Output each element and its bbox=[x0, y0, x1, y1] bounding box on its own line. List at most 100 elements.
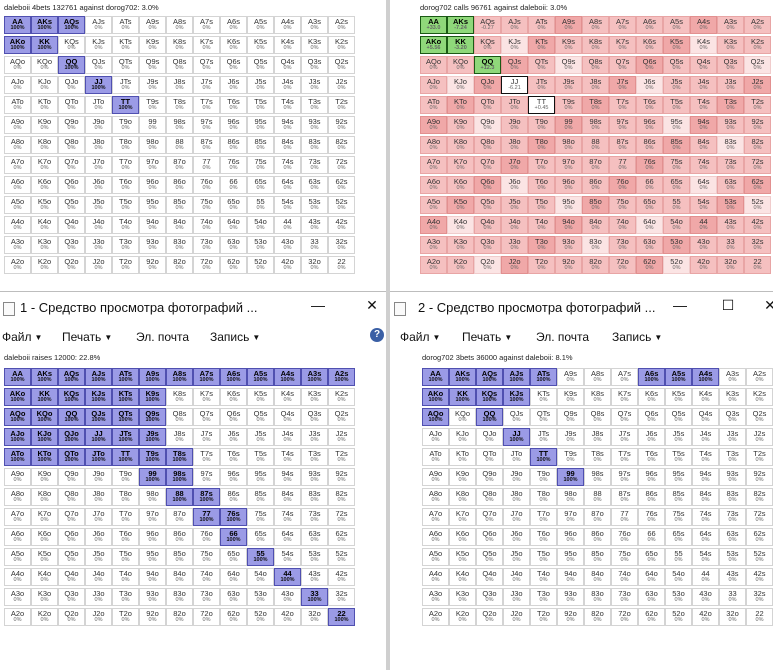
minimize-button[interactable]: — bbox=[308, 297, 328, 313]
hand-cell-65s[interactable]: 65s 0% bbox=[665, 528, 692, 546]
hand-cell-93o[interactable]: 93o 0% bbox=[555, 236, 582, 254]
hand-cell-A5o[interactable]: A5o 0% bbox=[422, 548, 449, 566]
hand-cell-Q2o[interactable]: Q2o 0% bbox=[58, 608, 85, 626]
hand-cell-T9o[interactable]: T9o 0% bbox=[112, 116, 139, 134]
hand-cell-83o[interactable]: 83o 0% bbox=[584, 588, 611, 606]
hand-cell-75o[interactable]: 75o 0% bbox=[611, 548, 638, 566]
hand-cell-K2o[interactable]: K2o 0% bbox=[31, 608, 58, 626]
hand-cell-54s[interactable]: 54s 0% bbox=[692, 548, 719, 566]
hand-cell-Q5o[interactable]: Q5o 0% bbox=[474, 196, 501, 214]
hand-cell-76s[interactable]: 76s 0% bbox=[220, 156, 247, 174]
hand-cell-93o[interactable]: 93o 0% bbox=[557, 588, 584, 606]
hand-cell-Q5o[interactable]: Q5o 0% bbox=[58, 196, 85, 214]
hand-cell-62o[interactable]: 62o 0% bbox=[220, 256, 247, 274]
hand-cell-Q5s[interactable]: Q5s 0% bbox=[663, 56, 690, 74]
hand-cell-T3s[interactable]: T3s 0% bbox=[719, 448, 746, 466]
hand-cell-A6o[interactable]: A6o 0% bbox=[4, 176, 31, 194]
hand-cell-83s[interactable]: 83s 0% bbox=[301, 488, 328, 506]
hand-cell-82o[interactable]: 82o 0% bbox=[584, 608, 611, 626]
hand-cell-T2s[interactable]: T2s 0% bbox=[328, 96, 355, 114]
hand-cell-44[interactable]: 44 100% bbox=[274, 568, 301, 586]
hand-cell-KQo[interactable]: KQo 0% bbox=[31, 56, 58, 74]
hand-cell-Q7o[interactable]: Q7o 0% bbox=[474, 156, 501, 174]
hand-cell-75s[interactable]: 75s 0% bbox=[665, 508, 692, 526]
hand-cell-66[interactable]: 66 0% bbox=[636, 176, 663, 194]
hand-cell-TT[interactable]: TT 100% bbox=[530, 448, 557, 466]
hand-cell-KK[interactable]: KK -3.20 bbox=[447, 36, 474, 54]
hand-cell-ATo[interactable]: ATo 0% bbox=[4, 96, 31, 114]
hand-cell-T6s[interactable]: T6s 0% bbox=[638, 448, 665, 466]
hand-cell-73s[interactable]: 73s 0% bbox=[301, 156, 328, 174]
hand-cell-72s[interactable]: 72s 0% bbox=[746, 508, 773, 526]
hand-cell-J5s[interactable]: J5s 0% bbox=[247, 428, 274, 446]
hand-cell-44[interactable]: 44 0% bbox=[274, 216, 301, 234]
hand-cell-KQo[interactable]: KQo 0% bbox=[447, 56, 474, 74]
hand-cell-A5s[interactable]: A5s 0% bbox=[663, 16, 690, 34]
hand-cell-J4s[interactable]: J4s 0% bbox=[274, 428, 301, 446]
hand-cell-K8s[interactable]: K8s 0% bbox=[584, 388, 611, 406]
hand-cell-A7s[interactable]: A7s 0% bbox=[193, 16, 220, 34]
hand-cell-KQo[interactable]: KQo 100% bbox=[31, 408, 58, 426]
hand-cell-QTo[interactable]: QTo 100% bbox=[58, 448, 85, 466]
hand-cell-62s[interactable]: 62s 0% bbox=[744, 176, 771, 194]
hand-cell-74o[interactable]: 74o 0% bbox=[193, 568, 220, 586]
hand-cell-Q9o[interactable]: Q9o 0% bbox=[58, 468, 85, 486]
hand-cell-J9s[interactable]: J9s 0% bbox=[555, 76, 582, 94]
hand-cell-97s[interactable]: 97s 0% bbox=[609, 116, 636, 134]
hand-cell-K6o[interactable]: K6o 0% bbox=[31, 176, 58, 194]
hand-cell-22[interactable]: 22 0% bbox=[744, 256, 771, 274]
hand-cell-A8o[interactable]: A8o 0% bbox=[422, 488, 449, 506]
hand-cell-K6s[interactable]: K6s 0% bbox=[220, 388, 247, 406]
hand-cell-J5s[interactable]: J5s 0% bbox=[663, 76, 690, 94]
hand-cell-A8s[interactable]: A8s 0% bbox=[166, 16, 193, 34]
hand-cell-55[interactable]: 55 100% bbox=[247, 548, 274, 566]
hand-cell-82s[interactable]: 82s 0% bbox=[744, 136, 771, 154]
hand-cell-A2s[interactable]: A2s 0% bbox=[328, 16, 355, 34]
hand-cell-K7s[interactable]: K7s 0% bbox=[193, 36, 220, 54]
hand-cell-KQs[interactable]: KQs 100% bbox=[476, 388, 503, 406]
hand-cell-K4o[interactable]: K4o 0% bbox=[31, 216, 58, 234]
hand-cell-T2s[interactable]: T2s 0% bbox=[746, 448, 773, 466]
hand-cell-43s[interactable]: 43s 0% bbox=[301, 216, 328, 234]
hand-cell-Q7s[interactable]: Q7s 0% bbox=[611, 408, 638, 426]
hand-cell-T2o[interactable]: T2o 0% bbox=[528, 256, 555, 274]
hand-cell-K4s[interactable]: K4s 0% bbox=[274, 388, 301, 406]
hand-cell-K7s[interactable]: K7s 0% bbox=[611, 388, 638, 406]
hand-cell-K5o[interactable]: K5o 0% bbox=[447, 196, 474, 214]
hand-cell-QTs[interactable]: QTs 0% bbox=[530, 408, 557, 426]
hand-cell-75o[interactable]: 75o 0% bbox=[193, 548, 220, 566]
hand-cell-J3s[interactable]: J3s 0% bbox=[301, 76, 328, 94]
hand-cell-96s[interactable]: 96s 0% bbox=[638, 468, 665, 486]
hand-cell-54s[interactable]: 54s 0% bbox=[690, 196, 717, 214]
hand-cell-KTo[interactable]: KTo 100% bbox=[31, 448, 58, 466]
hand-cell-32o[interactable]: 32o 0% bbox=[301, 608, 328, 626]
hand-cell-K4s[interactable]: K4s 0% bbox=[692, 388, 719, 406]
hand-cell-KJs[interactable]: KJs 0% bbox=[85, 36, 112, 54]
menu-print[interactable]: Печать ▼ bbox=[462, 330, 512, 344]
hand-cell-KK[interactable]: KK 100% bbox=[31, 388, 58, 406]
hand-cell-73o[interactable]: 73o 0% bbox=[193, 236, 220, 254]
hand-cell-A3s[interactable]: A3s 0% bbox=[719, 368, 746, 386]
hand-cell-K2s[interactable]: K2s 0% bbox=[746, 388, 773, 406]
hand-cell-T5o[interactable]: T5o 0% bbox=[528, 196, 555, 214]
hand-cell-43s[interactable]: 43s 0% bbox=[301, 568, 328, 586]
hand-cell-62o[interactable]: 62o 0% bbox=[638, 608, 665, 626]
hand-cell-62o[interactable]: 62o 0% bbox=[636, 256, 663, 274]
hand-cell-AQs[interactable]: AQs 100% bbox=[58, 368, 85, 386]
hand-cell-Q8o[interactable]: Q8o 0% bbox=[58, 136, 85, 154]
hand-cell-K9s[interactable]: K9s 0% bbox=[557, 388, 584, 406]
hand-cell-J5o[interactable]: J5o 0% bbox=[503, 548, 530, 566]
hand-cell-K5o[interactable]: K5o 0% bbox=[31, 548, 58, 566]
hand-cell-J6s[interactable]: J6s 0% bbox=[220, 428, 247, 446]
hand-cell-76o[interactable]: 76o 0% bbox=[193, 528, 220, 546]
close-button[interactable]: ✕ bbox=[760, 297, 773, 314]
hand-cell-Q7o[interactable]: Q7o 0% bbox=[58, 156, 85, 174]
hand-cell-74s[interactable]: 74s 0% bbox=[274, 508, 301, 526]
hand-cell-82o[interactable]: 82o 0% bbox=[166, 608, 193, 626]
hand-cell-T8o[interactable]: T8o 0% bbox=[112, 136, 139, 154]
hand-cell-22[interactable]: 22 0% bbox=[746, 608, 773, 626]
hand-cell-99[interactable]: 99 100% bbox=[139, 468, 166, 486]
menu-record[interactable]: Запись ▼ bbox=[612, 330, 662, 344]
hand-cell-KJs[interactable]: KJs 100% bbox=[503, 388, 530, 406]
hand-cell-87o[interactable]: 87o 0% bbox=[582, 156, 609, 174]
